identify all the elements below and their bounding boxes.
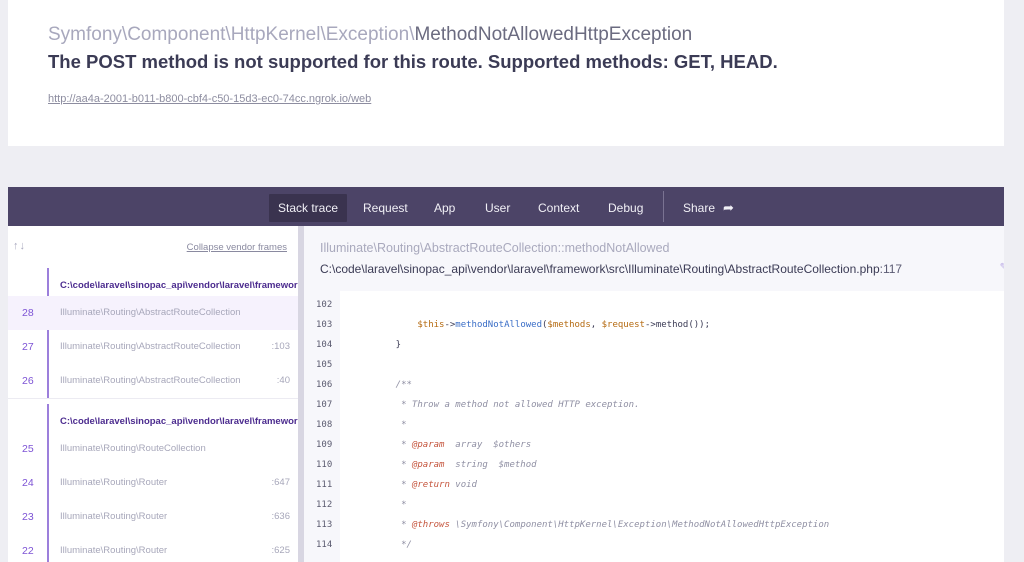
code-source: } [374, 340, 402, 350]
share-icon: ➦ [723, 200, 734, 215]
frame-row[interactable]: 27 Illuminate\Routing\AbstractRouteCollec… [8, 330, 298, 364]
nav-separator [663, 191, 664, 222]
frame-group: C:\code\laravel\sinopac_api\vendor\larav… [8, 268, 298, 399]
code-source: * @return void [374, 480, 477, 490]
frame-number: 27 [22, 341, 34, 353]
code-line: 104 } [304, 336, 1004, 356]
code-line-number[interactable]: 107 [316, 400, 332, 410]
code-line-number[interactable]: 103 [316, 320, 332, 330]
frame-class: Illuminate\Routing\AbstractRouteCollecti… [320, 241, 558, 255]
tab-context[interactable]: Context [529, 197, 588, 219]
frame-class: Illuminate\Routing\AbstractRouteCollecti… [60, 375, 241, 386]
frame-file-path: C:\code\laravel\sinopac_api\vendor\larav… [320, 262, 902, 276]
code-line-number[interactable]: 114 [316, 540, 332, 550]
collapse-vendor-frames-link[interactable]: Collapse vendor frames [187, 242, 287, 253]
frames-toolbar: ↑↓ Collapse vendor frames [8, 226, 298, 268]
frame-row[interactable]: 26 Illuminate\Routing\AbstractRouteCollec… [8, 364, 298, 398]
vendor-frame-path[interactable]: C:\code\laravel\sinopac_api\vendor\larav… [60, 280, 298, 291]
code-line-number[interactable]: 109 [316, 440, 332, 450]
code-line-number[interactable]: 112 [316, 500, 332, 510]
code-line: 112 * [304, 496, 1004, 516]
exception-message: The POST method is not supported for thi… [48, 51, 778, 72]
code-line-number[interactable]: 113 [316, 520, 332, 530]
frame-line-number: :636 [271, 511, 291, 522]
tab-stack-trace[interactable]: Stack trace [269, 194, 348, 222]
code-line: 106 /** [304, 376, 1004, 396]
frame-row[interactable]: 25 Illuminate\Routing\RouteCollection [8, 432, 298, 466]
code-line-number[interactable]: 104 [316, 340, 332, 350]
request-url-link[interactable]: http://aa4a-2001-b011-b800-cbf4-c50-15d3… [48, 93, 371, 105]
code-line-number[interactable]: 111 [316, 480, 332, 490]
frame-row[interactable]: 22 Illuminate\Routing\Router :625 [8, 534, 298, 562]
frames-panel: ↑↓ Collapse vendor frames C:\code\larave… [8, 226, 298, 562]
frame-number: 25 [22, 443, 34, 455]
frame-class: Illuminate\Routing\RouteCollection [60, 443, 206, 454]
exception-class-name: MethodNotAllowedHttpException [414, 24, 693, 45]
frame-class: Illuminate\Routing\Router [60, 477, 168, 488]
code-line-number[interactable]: 110 [316, 460, 332, 470]
frame-number: 28 [22, 307, 34, 319]
code-source: * [374, 420, 407, 430]
file-path: C:\code\laravel\sinopac_api\vendor\larav… [320, 262, 880, 276]
code-source: * @throws \Symfony\Component\HttpKernel\… [374, 520, 830, 530]
frame-line-number: :647 [271, 477, 291, 488]
frame-method: ::methodNotAllowed [557, 241, 670, 255]
code-line: 110 * @param string $method [304, 456, 1004, 476]
vendor-frame-path[interactable]: C:\code\laravel\sinopac_api\vendor\larav… [60, 416, 298, 427]
sort-arrows-icon[interactable]: ↑↓ [13, 240, 26, 252]
frame-class: Illuminate\Routing\Router [60, 545, 168, 556]
frame-class: Illuminate\Routing\AbstractRouteCollecti… [60, 307, 241, 318]
tab-app[interactable]: App [425, 197, 464, 219]
tab-debug[interactable]: Debug [599, 197, 652, 219]
share-label: Share [683, 201, 716, 215]
frame-row[interactable]: 23 Illuminate\Routing\Router :636 [8, 500, 298, 534]
code-header: Illuminate\Routing\AbstractRouteCollecti… [304, 226, 1004, 291]
code-line: 105 [304, 356, 1004, 376]
code-line: 102 [304, 296, 1004, 316]
frame-class: Illuminate\Routing\Router [60, 511, 168, 522]
code-line-number[interactable]: 105 [316, 360, 332, 370]
frame-line-number: :40 [276, 375, 290, 386]
code-line: 113 * @throws \Symfony\Component\HttpKer… [304, 516, 1004, 536]
tab-request[interactable]: Request [354, 197, 417, 219]
frame-class: Illuminate\Routing\AbstractRouteCollecti… [60, 341, 241, 352]
code-line-number[interactable]: 108 [316, 420, 332, 430]
code-panel: Illuminate\Routing\AbstractRouteCollecti… [304, 226, 1004, 562]
frame-line-number: :625 [271, 545, 291, 556]
tab-navbar: Stack trace Request App User Context Deb… [8, 187, 1004, 226]
edit-pencil-icon[interactable]: ✎ [1000, 262, 1004, 273]
frame-number: 24 [22, 477, 34, 489]
error-header: Symfony\Component\HttpKernel\Exception\M… [8, 0, 1004, 146]
frame-group: C:\code\laravel\sinopac_api\vendor\larav… [8, 404, 298, 562]
code-line: 114 */ [304, 536, 1004, 556]
frame-row[interactable]: 28 Illuminate\Routing\AbstractRouteCollec… [8, 296, 298, 330]
code-line: 111 * @return void [304, 476, 1004, 496]
frame-row[interactable]: 24 Illuminate\Routing\Router :647 [8, 466, 298, 500]
code-line: 109 * @param array $others [304, 436, 1004, 456]
code-line: 108 * [304, 416, 1004, 436]
code-line: 107 * Throw a method not allowed HTTP ex… [304, 396, 1004, 416]
file-line: :117 [879, 262, 903, 276]
code-line-number[interactable]: 106 [316, 380, 332, 390]
code-source: */ [374, 540, 412, 550]
code-source: * Throw a method not allowed HTTP except… [374, 400, 640, 410]
group-divider [8, 398, 298, 399]
frame-number: 22 [22, 545, 34, 557]
frame-number: 26 [22, 375, 34, 387]
code-source: * @param array $others [374, 440, 532, 450]
tab-user[interactable]: User [476, 197, 519, 219]
frame-line-number: :103 [271, 341, 291, 352]
code-source: * [374, 500, 407, 510]
frame-number: 23 [22, 511, 34, 523]
code-source: * @param string $method [374, 460, 537, 470]
stack-trace-card: Stack trace Request App User Context Deb… [8, 187, 1004, 562]
code-source: /** [374, 380, 412, 390]
code-source: $this->methodNotAllowed($methods, $reque… [417, 320, 711, 330]
frame-class-method: Illuminate\Routing\AbstractRouteCollecti… [320, 241, 670, 255]
exception-class: Symfony\Component\HttpKernel\Exception\M… [48, 24, 692, 46]
share-button[interactable]: Share ➦ [674, 197, 743, 219]
exception-namespace: Symfony\Component\HttpKernel\Exception\ [48, 24, 415, 45]
code-line-number[interactable]: 102 [316, 300, 332, 310]
code-line: 103 $this->methodNotAllowed($methods, $r… [304, 316, 1004, 336]
